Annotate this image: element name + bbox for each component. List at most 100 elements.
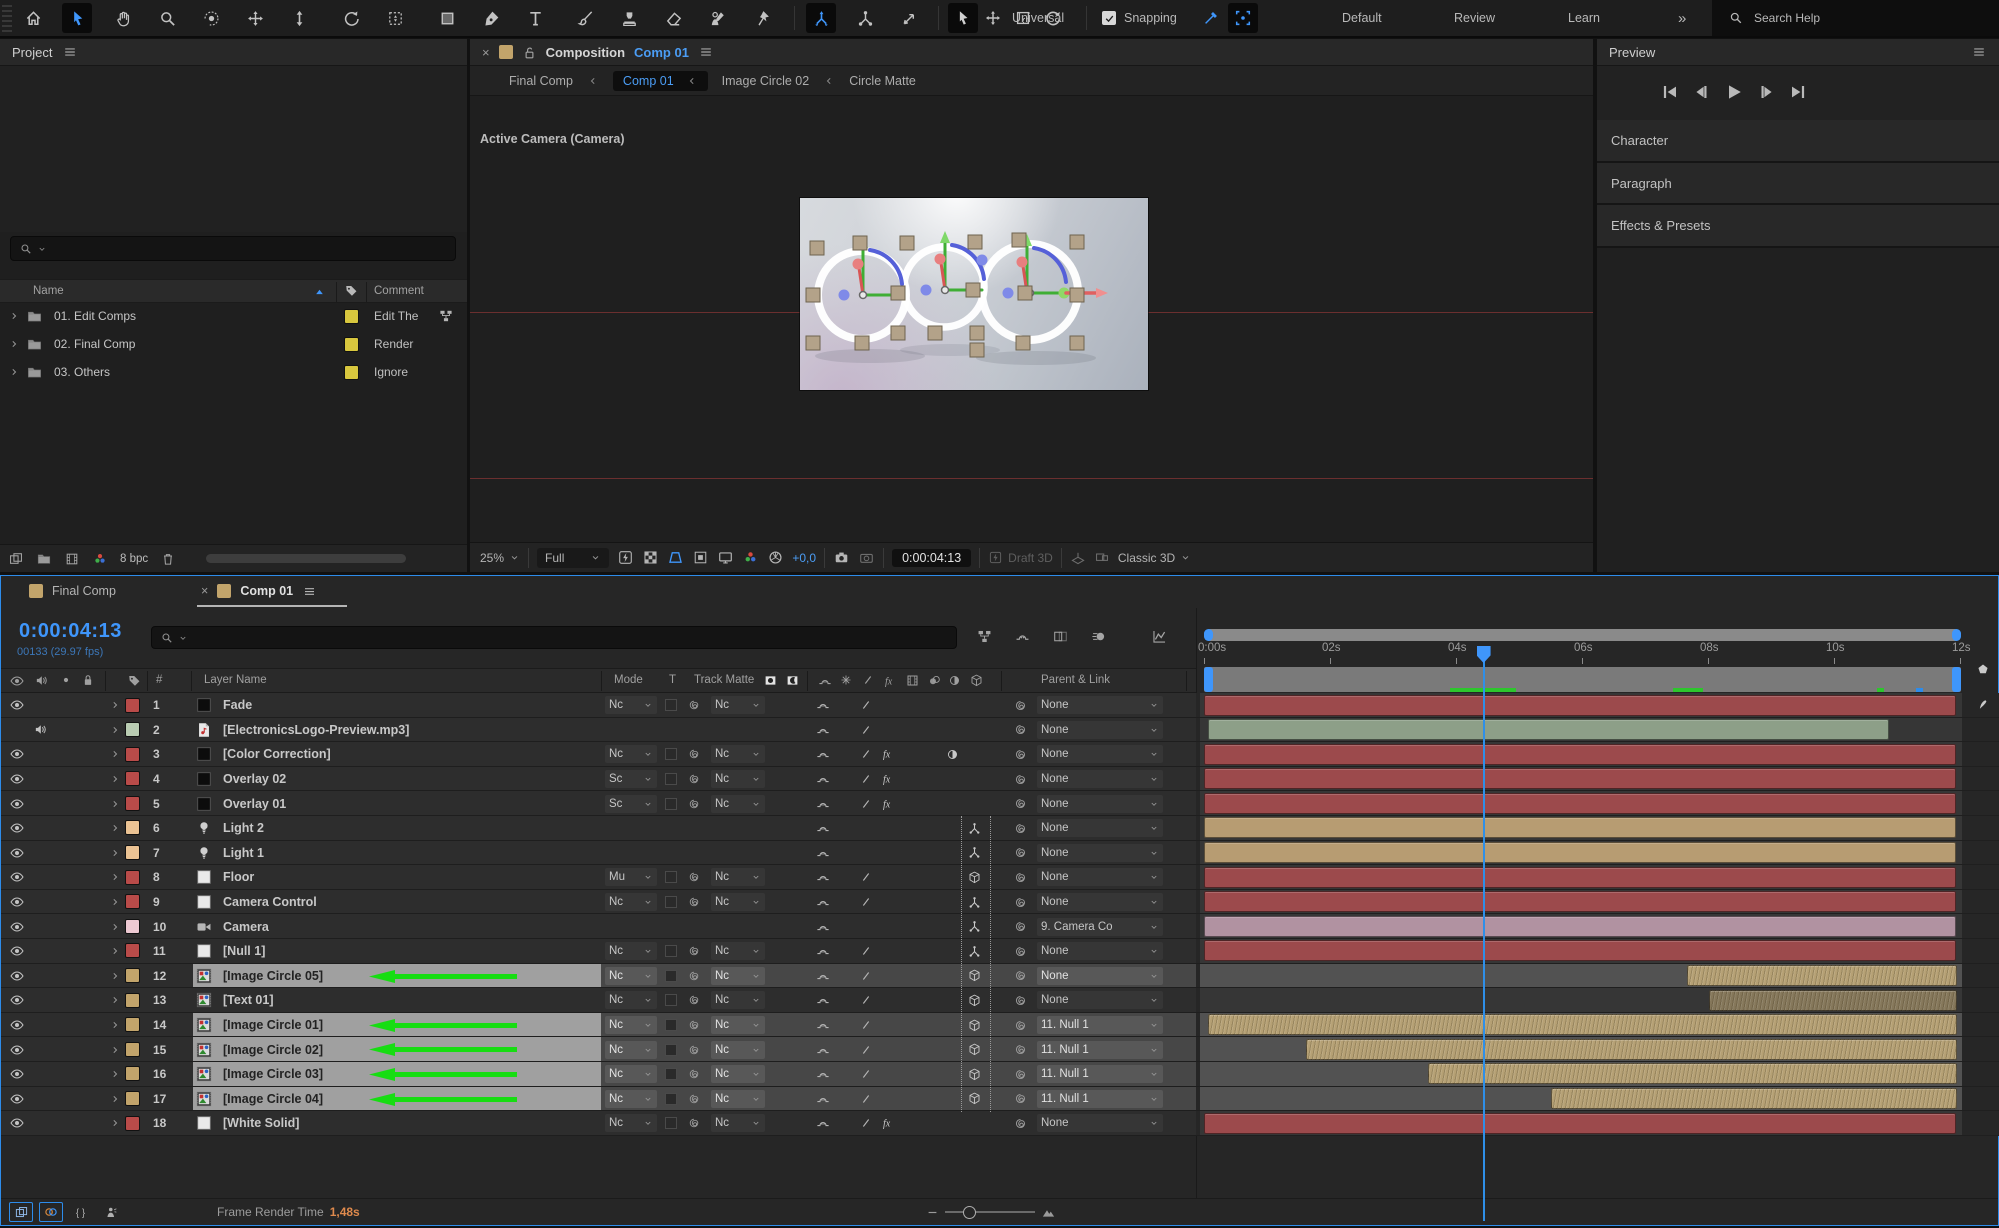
number-column-header[interactable]: # bbox=[156, 674, 162, 686]
layer-row-18[interactable]: 18[White Solid]NcNcfxNone bbox=[1, 1111, 1196, 1136]
panel-menu-icon[interactable] bbox=[1971, 44, 1987, 60]
preserve-transparency-checkbox[interactable] bbox=[665, 1013, 677, 1038]
track-matte-dropdown[interactable]: Nc bbox=[711, 991, 765, 1009]
layer-row-13[interactable]: 13[Text 01]NcNcNone bbox=[1, 988, 1196, 1013]
universal-label[interactable]: Universal bbox=[1012, 0, 1064, 36]
frame-blend-icon[interactable] bbox=[905, 673, 920, 688]
track-row-8[interactable] bbox=[1196, 865, 1999, 890]
label-color-swatch[interactable] bbox=[125, 1066, 140, 1081]
parent-pickwhip-icon[interactable] bbox=[1013, 718, 1028, 743]
label-color-swatch[interactable] bbox=[125, 1042, 140, 1057]
viewport[interactable]: Active Camera (Camera) bbox=[470, 96, 1593, 542]
layer-name[interactable]: [Color Correction] bbox=[223, 742, 331, 767]
layer-duration-bar[interactable] bbox=[1551, 1088, 1957, 1109]
track-matte-dropdown[interactable]: Nc bbox=[711, 1016, 765, 1034]
expand-chevron-icon[interactable] bbox=[109, 816, 121, 841]
shy-switch[interactable] bbox=[815, 718, 831, 743]
panel-menu-icon[interactable] bbox=[698, 44, 714, 60]
expand-chevron-icon[interactable] bbox=[109, 988, 121, 1013]
preserve-transparency-checkbox[interactable] bbox=[665, 767, 677, 792]
column-divider[interactable] bbox=[366, 282, 367, 302]
parent-link-dropdown[interactable]: None bbox=[1037, 942, 1163, 960]
layer-name[interactable]: Camera bbox=[223, 914, 269, 939]
layer-duration-bar[interactable] bbox=[1204, 867, 1956, 888]
parent-pickwhip-icon[interactable] bbox=[1013, 988, 1028, 1013]
layer-row-7[interactable]: 7Light 1None bbox=[1, 841, 1196, 866]
layer-duration-bar[interactable] bbox=[1204, 842, 1956, 863]
parent-link-dropdown[interactable]: 11. Null 1 bbox=[1037, 1041, 1163, 1059]
matte-pickwhip-icon[interactable] bbox=[687, 693, 701, 718]
track-row-11[interactable] bbox=[1196, 939, 1999, 964]
solo-column-icon[interactable] bbox=[59, 673, 73, 687]
eye-icon[interactable] bbox=[9, 816, 25, 841]
parent-link-dropdown[interactable]: None bbox=[1037, 844, 1163, 862]
blend-mode-dropdown[interactable]: Nc bbox=[605, 1090, 657, 1108]
parent-link-dropdown[interactable]: 11. Null 1 bbox=[1037, 1090, 1163, 1108]
brush-tool[interactable] bbox=[570, 3, 600, 33]
shy-switch[interactable] bbox=[815, 1037, 831, 1062]
eye-icon[interactable] bbox=[9, 988, 25, 1013]
parent-pickwhip-icon[interactable] bbox=[1013, 742, 1028, 767]
timeline-tab-final-comp[interactable]: Final Comp bbox=[29, 576, 116, 606]
last-frame-button[interactable] bbox=[1788, 82, 1808, 102]
layer-name[interactable]: Floor bbox=[223, 865, 254, 890]
expand-chevron-icon[interactable] bbox=[109, 939, 121, 964]
world-axis-mode[interactable] bbox=[850, 3, 880, 33]
track-matte-column-header[interactable]: Track Matte bbox=[694, 674, 754, 686]
expand-chevron-icon[interactable] bbox=[109, 914, 121, 939]
blend-mode-dropdown[interactable]: Nc bbox=[605, 1065, 657, 1083]
preserve-transparency-column-header[interactable]: T bbox=[669, 674, 676, 686]
eye-icon[interactable] bbox=[9, 914, 25, 939]
quality-switch[interactable] bbox=[859, 1087, 873, 1112]
label-color-swatch[interactable] bbox=[125, 1017, 140, 1032]
workspace-review[interactable]: Review bbox=[1454, 0, 1495, 36]
quality-switch[interactable] bbox=[859, 964, 873, 989]
blend-mode-dropdown[interactable]: Nc bbox=[605, 942, 657, 960]
label-color-swatch[interactable] bbox=[344, 365, 359, 380]
local-axis-mode[interactable] bbox=[806, 3, 836, 33]
blend-mode-dropdown[interactable]: Sc bbox=[605, 795, 657, 813]
track-row-6[interactable] bbox=[1196, 816, 1999, 841]
parent-pickwhip-icon[interactable] bbox=[1013, 693, 1028, 718]
panel-menu-icon[interactable] bbox=[62, 44, 78, 60]
parent-pickwhip-icon[interactable] bbox=[1013, 791, 1028, 816]
three-d-switch[interactable] bbox=[967, 914, 982, 939]
renderer-dropdown[interactable]: Classic 3D bbox=[1118, 551, 1191, 565]
expand-transfer-controls-icon[interactable] bbox=[39, 1202, 63, 1222]
blend-mode-dropdown[interactable]: Sc bbox=[605, 770, 657, 788]
parent-pickwhip-icon[interactable] bbox=[1013, 1037, 1028, 1062]
layer-row-1[interactable]: 1FadeNcNcNone bbox=[1, 693, 1196, 718]
layer-name[interactable]: [Image Circle 04] bbox=[223, 1087, 323, 1112]
fast-preview-icon[interactable] bbox=[617, 549, 634, 566]
track-row-4[interactable] bbox=[1196, 767, 1999, 792]
label-color-swatch[interactable] bbox=[125, 1091, 140, 1106]
help-search[interactable]: Search Help bbox=[1712, 0, 1999, 36]
parent-link-dropdown[interactable]: None bbox=[1037, 745, 1163, 763]
three-d-switch[interactable] bbox=[967, 988, 982, 1013]
track-matte-dropdown[interactable]: Nc bbox=[711, 795, 765, 813]
shy-switch[interactable] bbox=[815, 988, 831, 1013]
next-frame-button[interactable] bbox=[1756, 82, 1776, 102]
preserve-transparency-checkbox[interactable] bbox=[665, 791, 677, 816]
breadcrumb-circle-matte[interactable]: Circle Matte bbox=[849, 74, 916, 88]
track-matte-dropdown[interactable]: Nc bbox=[711, 696, 765, 714]
expand-chevron-icon[interactable] bbox=[109, 865, 121, 890]
expand-chevron-icon[interactable] bbox=[109, 1087, 121, 1112]
layer-name[interactable]: Light 1 bbox=[223, 841, 264, 866]
label-color-swatch[interactable] bbox=[344, 337, 359, 352]
quality-switch[interactable] bbox=[859, 693, 873, 718]
expand-chevron-icon[interactable] bbox=[109, 693, 121, 718]
viewer-timecode[interactable]: 0:00:04:13 bbox=[892, 549, 971, 567]
layer-duration-bar[interactable] bbox=[1208, 1014, 1957, 1035]
layer-duration-bar[interactable] bbox=[1204, 940, 1956, 961]
eye-icon[interactable] bbox=[9, 1111, 25, 1136]
parent-pickwhip-icon[interactable] bbox=[1013, 1087, 1028, 1112]
breadcrumb-image-circle-02[interactable]: Image Circle 02 bbox=[722, 74, 810, 88]
gizmo-select[interactable] bbox=[948, 3, 978, 33]
interpret-footage-icon[interactable] bbox=[8, 551, 24, 567]
track-row-1[interactable] bbox=[1196, 693, 1999, 718]
shy-switch[interactable] bbox=[815, 1013, 831, 1038]
parent-link-dropdown[interactable]: None bbox=[1037, 696, 1163, 714]
track-matte-dropdown[interactable]: Nc bbox=[711, 893, 765, 911]
parent-link-dropdown[interactable]: None bbox=[1037, 893, 1163, 911]
